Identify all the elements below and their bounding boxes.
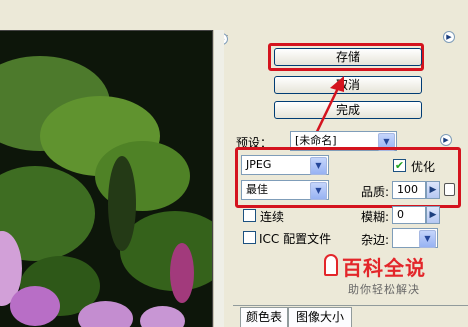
link-icon[interactable] — [444, 183, 455, 196]
chevron-down-icon: ▼ — [419, 230, 436, 248]
icc-checkbox[interactable] — [243, 231, 256, 244]
matte-label: 杂边: — [361, 233, 390, 247]
optimize-checkbox[interactable]: ✔ — [393, 159, 406, 172]
watermark-title: 百科全说 — [342, 256, 426, 280]
preview-scrollbar[interactable] — [213, 30, 224, 327]
watermark-logo-icon — [322, 252, 342, 278]
watermark-subtitle: 助你轻松解决 — [348, 283, 420, 296]
tab-image-size[interactable]: 图像大小 — [288, 307, 352, 327]
preview-image — [0, 30, 213, 327]
quality-label: 品质: — [361, 185, 390, 199]
quality-level-select[interactable]: 最佳 ▼ — [241, 180, 329, 200]
progressive-checkbox[interactable] — [243, 209, 256, 222]
save-button[interactable]: 存储 — [274, 48, 422, 66]
quality-slider-icon[interactable]: ▶ — [426, 181, 440, 199]
progressive-label: 连续 — [260, 210, 285, 224]
tab-color-table[interactable]: 颜色表 — [240, 307, 288, 327]
quality-input[interactable]: 100 — [392, 181, 426, 199]
icc-label: ICC 配置文件 — [259, 232, 332, 246]
preset-menu-icon[interactable]: ▶ — [440, 134, 452, 146]
preset-value: [未命名] — [295, 134, 337, 147]
matte-select[interactable]: ▼ — [392, 228, 438, 248]
watermark: 百科全说 助你轻松解决 — [322, 252, 468, 300]
format-select[interactable]: JPEG ▼ — [241, 155, 329, 175]
tab-strip-top — [233, 305, 468, 306]
blur-label: 模糊: — [361, 210, 390, 224]
format-value: JPEG — [246, 158, 272, 171]
quality-level-value: 最佳 — [246, 183, 268, 196]
chevron-down-icon: ▼ — [310, 182, 327, 200]
chevron-down-icon: ▼ — [310, 157, 327, 175]
blur-input[interactable]: 0 — [392, 206, 426, 224]
panel-menu-icon[interactable]: ▶ — [443, 31, 455, 43]
optimize-label: 优化 — [411, 160, 436, 174]
blur-slider-icon[interactable]: ▶ — [426, 206, 440, 224]
